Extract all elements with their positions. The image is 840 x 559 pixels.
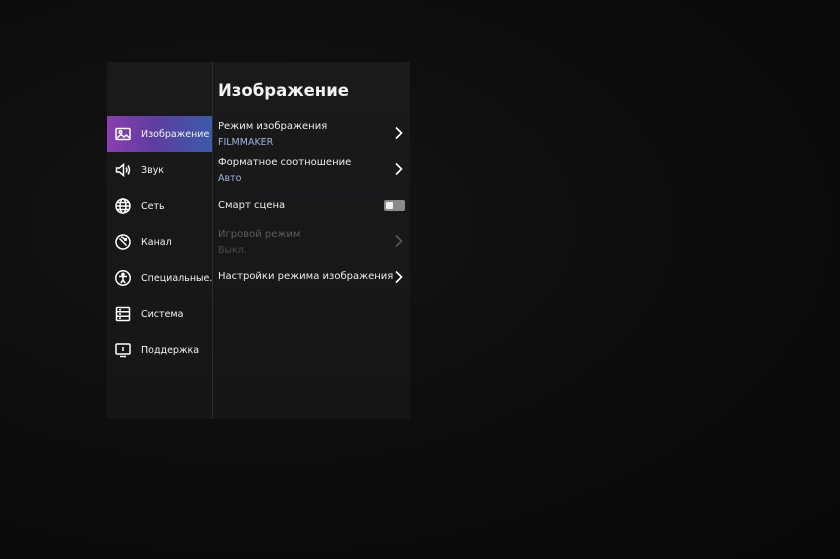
page-title: Изображение bbox=[218, 81, 349, 100]
setting-label: Настройки режима изображения bbox=[218, 271, 394, 282]
setting-aspect-ratio[interactable]: Форматное соотношение Авто bbox=[218, 154, 410, 188]
smart-scene-toggle[interactable] bbox=[384, 200, 405, 211]
chevron-right-icon bbox=[392, 125, 404, 141]
sidebar-item-label: Сеть bbox=[141, 200, 165, 212]
globe-icon bbox=[114, 197, 132, 215]
sidebar-item-channel[interactable]: Канал bbox=[107, 224, 212, 260]
setting-label: Игровой режим bbox=[218, 229, 301, 240]
sidebar-item-label: Поддержка bbox=[141, 344, 200, 356]
antenna-icon bbox=[114, 233, 132, 251]
server-icon bbox=[114, 305, 132, 323]
monitor-icon bbox=[114, 341, 132, 359]
settings-panel: Изображение Звук Сеть Канал Специальные.… bbox=[107, 62, 410, 419]
setting-smart-scene[interactable]: Смарт сцена bbox=[218, 196, 410, 216]
setting-picture-mode-settings[interactable]: Настройки режима изображения bbox=[218, 268, 410, 288]
setting-picture-mode[interactable]: Режим изображения FILMMAKER bbox=[218, 118, 410, 152]
setting-label: Смарт сцена bbox=[218, 200, 286, 211]
sidebar-item-system[interactable]: Система bbox=[107, 296, 212, 332]
sidebar-item-accessibility[interactable]: Специальные... bbox=[107, 260, 212, 296]
panel-divider bbox=[212, 62, 213, 419]
picture-icon bbox=[114, 125, 132, 143]
sidebar-item-label: Система bbox=[141, 308, 184, 320]
accessibility-icon bbox=[114, 269, 132, 287]
speaker-icon bbox=[114, 161, 132, 179]
sidebar-item-label: Звук bbox=[141, 164, 165, 176]
setting-value: FILMMAKER bbox=[218, 137, 274, 148]
setting-value: Выкл. bbox=[218, 245, 247, 256]
sidebar-item-support[interactable]: Поддержка bbox=[107, 332, 212, 368]
settings-sidebar: Изображение Звук Сеть Канал Специальные.… bbox=[107, 62, 212, 419]
chevron-right-icon bbox=[392, 269, 404, 285]
chevron-right-icon bbox=[392, 233, 404, 249]
chevron-right-icon bbox=[392, 161, 404, 177]
sidebar-item-sound[interactable]: Звук bbox=[107, 152, 212, 188]
sidebar-item-picture[interactable]: Изображение bbox=[107, 116, 212, 152]
setting-game-mode: Игровой режим Выкл. bbox=[218, 226, 410, 260]
setting-value: Авто bbox=[218, 173, 242, 184]
picture-settings-content: Изображение Режим изображения FILMMAKER … bbox=[218, 62, 410, 419]
setting-label: Форматное соотношение bbox=[218, 157, 352, 168]
toggle-knob bbox=[386, 202, 393, 209]
sidebar-item-label: Специальные... bbox=[141, 272, 212, 284]
sidebar-item-label: Изображение bbox=[141, 128, 210, 140]
tv-screen: Изображение Звук Сеть Канал Специальные.… bbox=[0, 0, 840, 559]
setting-label: Режим изображения bbox=[218, 121, 328, 132]
sidebar-item-label: Канал bbox=[141, 236, 172, 248]
sidebar-item-network[interactable]: Сеть bbox=[107, 188, 212, 224]
